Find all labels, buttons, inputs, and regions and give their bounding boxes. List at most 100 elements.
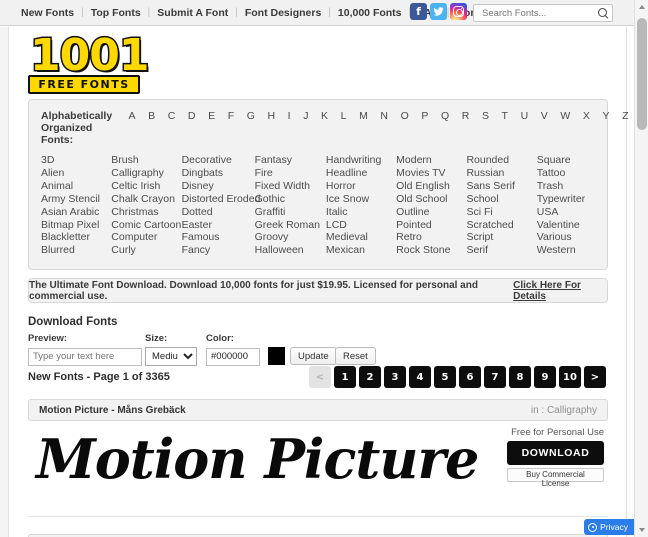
category-link-gothic[interactable]: Gothic	[255, 193, 326, 206]
category-link-decorative[interactable]: Decorative	[182, 154, 255, 167]
alphabet-link-r[interactable]: R	[455, 110, 475, 122]
twitter-icon[interactable]	[430, 3, 447, 20]
category-link-computer[interactable]: Computer	[111, 231, 181, 244]
category-link-trash[interactable]: Trash	[537, 180, 607, 193]
alphabet-link-j[interactable]: J	[297, 110, 315, 122]
alphabet-link-f[interactable]: F	[221, 110, 240, 122]
category-link-dotted[interactable]: Dotted	[182, 206, 255, 219]
category-link-greek-roman[interactable]: Greek Roman	[255, 219, 326, 232]
category-link-animal[interactable]: Animal	[41, 180, 111, 193]
update-button[interactable]: Update	[290, 347, 337, 365]
promo-banner[interactable]: The Ultimate Font Download. Download 10,…	[28, 278, 608, 303]
category-link-fancy[interactable]: Fancy	[182, 244, 255, 257]
alphabet-link-d[interactable]: D	[182, 110, 202, 122]
alphabet-link-v[interactable]: V	[534, 110, 554, 122]
category-link-script[interactable]: Script	[466, 231, 536, 244]
pagination-page-4[interactable]: 4	[409, 366, 431, 388]
category-link-ice-snow[interactable]: Ice Snow	[326, 193, 396, 206]
pagination-page-10[interactable]: 10	[559, 366, 581, 388]
category-link-christmas[interactable]: Christmas	[111, 206, 181, 219]
alphabet-link-z[interactable]: Z	[616, 110, 635, 122]
category-link-tattoo[interactable]: Tattoo	[537, 167, 607, 180]
nav-link-submit-a-font[interactable]: Submit A Font	[150, 7, 235, 19]
category-link-school[interactable]: School	[466, 193, 536, 206]
category-link-calligraphy[interactable]: Calligraphy	[111, 167, 181, 180]
alphabet-link-h[interactable]: H	[261, 110, 281, 122]
alphabet-link-s[interactable]: S	[476, 110, 496, 122]
promo-details-link[interactable]: Click Here For Details	[513, 280, 607, 302]
vertical-scrollbar[interactable]	[634, 0, 648, 537]
pagination-page-3[interactable]: 3	[384, 366, 406, 388]
category-link-rounded[interactable]: Rounded	[466, 154, 536, 167]
category-link-sci-fi[interactable]: Sci Fi	[466, 206, 536, 219]
category-link-pointed[interactable]: Pointed	[396, 219, 466, 232]
nav-link-10-000-fonts[interactable]: 10,000 Fonts	[331, 7, 409, 19]
category-link-valentine[interactable]: Valentine	[537, 219, 607, 232]
category-link-disney[interactable]: Disney	[182, 180, 255, 193]
reset-button[interactable]: Reset	[335, 347, 376, 365]
pagination-page-1[interactable]: 1	[334, 366, 356, 388]
category-link-curly[interactable]: Curly	[111, 244, 181, 257]
category-link-lcd[interactable]: LCD	[326, 219, 396, 232]
buy-commercial-license-button[interactable]: Buy Commercial License	[507, 468, 604, 488]
category-link-usa[interactable]: USA	[537, 206, 607, 219]
category-link-headline[interactable]: Headline	[326, 167, 396, 180]
category-link-old-school[interactable]: Old School	[396, 193, 466, 206]
font-row-header[interactable]: Motion Picture - Måns Grebäck in : Calli…	[28, 399, 608, 421]
category-link-blackletter[interactable]: Blackletter	[41, 231, 111, 244]
alphabet-link-l[interactable]: L	[334, 110, 352, 122]
color-input[interactable]	[206, 347, 260, 366]
category-link-horror[interactable]: Horror	[326, 180, 396, 193]
category-link-alien[interactable]: Alien	[41, 167, 111, 180]
category-link-fixed-width[interactable]: Fixed Width	[255, 180, 326, 193]
alphabet-link-p[interactable]: P	[415, 110, 435, 122]
category-link-italic[interactable]: Italic	[326, 206, 396, 219]
alphabet-link-q[interactable]: Q	[435, 110, 456, 122]
category-link-modern[interactable]: Modern	[396, 154, 466, 167]
category-link-serif[interactable]: Serif	[466, 244, 536, 257]
pagination-page-9[interactable]: 9	[534, 366, 556, 388]
pagination-page-8[interactable]: 8	[509, 366, 531, 388]
preview-input[interactable]	[28, 347, 142, 366]
search-icon[interactable]	[596, 6, 610, 20]
category-link-celtic-irish[interactable]: Celtic Irish	[111, 180, 181, 193]
category-link-famous[interactable]: Famous	[182, 231, 255, 244]
alphabet-link-e[interactable]: E	[202, 110, 222, 122]
category-link-typewriter[interactable]: Typewriter	[537, 193, 607, 206]
search-box[interactable]	[473, 4, 613, 22]
size-select[interactable]: SmallMediumLarge	[145, 347, 197, 366]
privacy-badge[interactable]: Privacy	[584, 519, 634, 535]
alphabet-link-g[interactable]: G	[240, 110, 261, 122]
category-link-chalk-crayon[interactable]: Chalk Crayon	[111, 193, 181, 206]
category-link-easter[interactable]: Easter	[182, 219, 255, 232]
category-link-dingbats[interactable]: Dingbats	[182, 167, 255, 180]
category-link-mexican[interactable]: Mexican	[326, 244, 396, 257]
category-link-army-stencil[interactable]: Army Stencil	[41, 193, 111, 206]
category-link-fire[interactable]: Fire	[255, 167, 326, 180]
category-link-bitmap-pixel[interactable]: Bitmap Pixel	[41, 219, 111, 232]
alphabet-link-t[interactable]: T	[495, 110, 514, 122]
scroll-up-arrow-icon[interactable]	[639, 5, 645, 9]
category-link-halloween[interactable]: Halloween	[255, 244, 326, 257]
nav-link-font-designers[interactable]: Font Designers	[238, 7, 328, 19]
pagination-page-6[interactable]: 6	[459, 366, 481, 388]
alphabet-link-a[interactable]: A	[122, 110, 142, 122]
pagination-next-button[interactable]: >	[584, 366, 606, 388]
category-link-asian-arabic[interactable]: Asian Arabic	[41, 206, 111, 219]
color-swatch[interactable]	[268, 347, 285, 365]
category-link-medieval[interactable]: Medieval	[326, 231, 396, 244]
category-link-sans-serif[interactable]: Sans Serif	[466, 180, 536, 193]
facebook-icon[interactable]: f	[410, 3, 427, 20]
category-link-rock-stone[interactable]: Rock Stone	[396, 244, 466, 257]
category-link-old-english[interactable]: Old English	[396, 180, 466, 193]
alphabet-link-o[interactable]: O	[394, 110, 415, 122]
category-link-various[interactable]: Various	[537, 231, 607, 244]
category-link-comic-cartoon[interactable]: Comic Cartoon	[111, 219, 181, 232]
alphabet-link-k[interactable]: K	[315, 110, 335, 122]
nav-link-new-fonts[interactable]: New Fonts	[21, 7, 81, 19]
alphabet-link-u[interactable]: U	[514, 110, 534, 122]
category-link-russian[interactable]: Russian	[466, 167, 536, 180]
alphabet-link-b[interactable]: B	[142, 110, 162, 122]
category-link-fantasy[interactable]: Fantasy	[255, 154, 326, 167]
category-link-handwriting[interactable]: Handwriting	[326, 154, 396, 167]
